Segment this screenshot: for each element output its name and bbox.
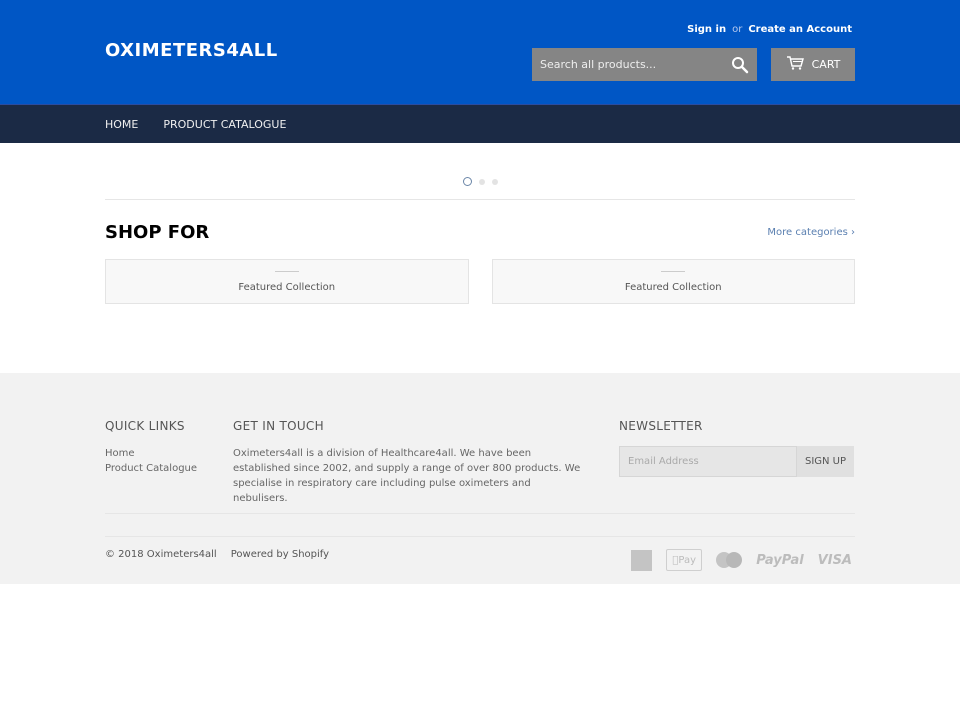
site-logo[interactable]: OXIMETERS4ALL [105,40,278,61]
copyright-text: © 2018 Oximeters4all [105,549,217,560]
newsletter-column: NEWSLETTER SIGN UP [619,419,854,477]
quick-links-column: QUICK LINKS Home Product Catalogue [105,419,197,476]
search-icon[interactable] [731,56,749,74]
footer-link-home[interactable]: Home [105,446,197,461]
search-form [532,48,757,81]
footer-link-product-catalogue[interactable]: Product Catalogue [105,461,197,476]
collection-divider [661,270,686,272]
collection-title: Featured Collection [238,281,336,293]
site-header: OXIMETERS4ALL Sign in or Create an Account… [0,0,960,104]
quick-links-title: QUICK LINKS [105,419,185,433]
more-categories-link[interactable]: More categories › [767,227,855,238]
master-card-icon [716,552,743,568]
divider [105,199,855,200]
create-account-link[interactable]: Create an Account [748,24,852,35]
slider-pagination [0,177,960,186]
american-express-icon [631,549,653,571]
account-links: Sign in or Create an Account [687,24,852,35]
copyright-row: © 2018 Oximeters4all Powered by Shopify [105,549,329,560]
slider-dot-2[interactable] [478,178,485,185]
collection-title: Featured Collection [624,281,722,293]
apple-pay-icon: Pay [666,549,703,571]
paypal-icon: PayPal [756,552,804,568]
cart-label: CART [811,58,841,71]
collection-grid: Featured Collection Featured Collection [105,259,855,304]
get-in-touch-title: GET IN TOUCH [233,419,324,433]
collection-card[interactable]: Featured Collection [491,259,855,304]
footer-divider [105,536,855,537]
get-in-touch-column: GET IN TOUCH Oximeters4all is a division… [233,419,583,506]
nav-item-home[interactable]: HOME [105,118,138,131]
section-title: SHOP FOR [105,222,210,243]
powered-by-link[interactable]: Powered by Shopify [231,549,329,560]
cart-icon [786,56,804,73]
or-separator: or [732,24,743,35]
shop-for-header: SHOP FOR More categories › [105,222,855,243]
payment-icons: Pay PayPal VISA [631,549,852,571]
newsletter-form: SIGN UP [619,446,854,477]
newsletter-title: NEWSLETTER [619,419,703,433]
get-in-touch-text: Oximeters4all is a division of Healthcar… [233,448,581,504]
cart-button[interactable]: CART [771,48,855,81]
visa-icon: VISA [817,552,852,568]
search-input[interactable] [532,48,717,81]
site-footer: QUICK LINKS Home Product Catalogue GET I… [0,373,960,584]
sign-in-link[interactable]: Sign in [687,24,726,35]
sign-up-button[interactable]: SIGN UP [797,446,854,477]
collection-divider [274,270,299,272]
main-nav: HOME PRODUCT CATALOGUE [0,104,960,143]
collection-card[interactable]: Featured Collection [105,259,469,304]
slider-dot-3[interactable] [491,178,498,185]
slider-dot-1[interactable] [462,177,472,186]
footer-divider [105,513,855,514]
nav-item-product-catalogue[interactable]: PRODUCT CATALOGUE [163,118,286,131]
email-input[interactable] [619,446,797,477]
